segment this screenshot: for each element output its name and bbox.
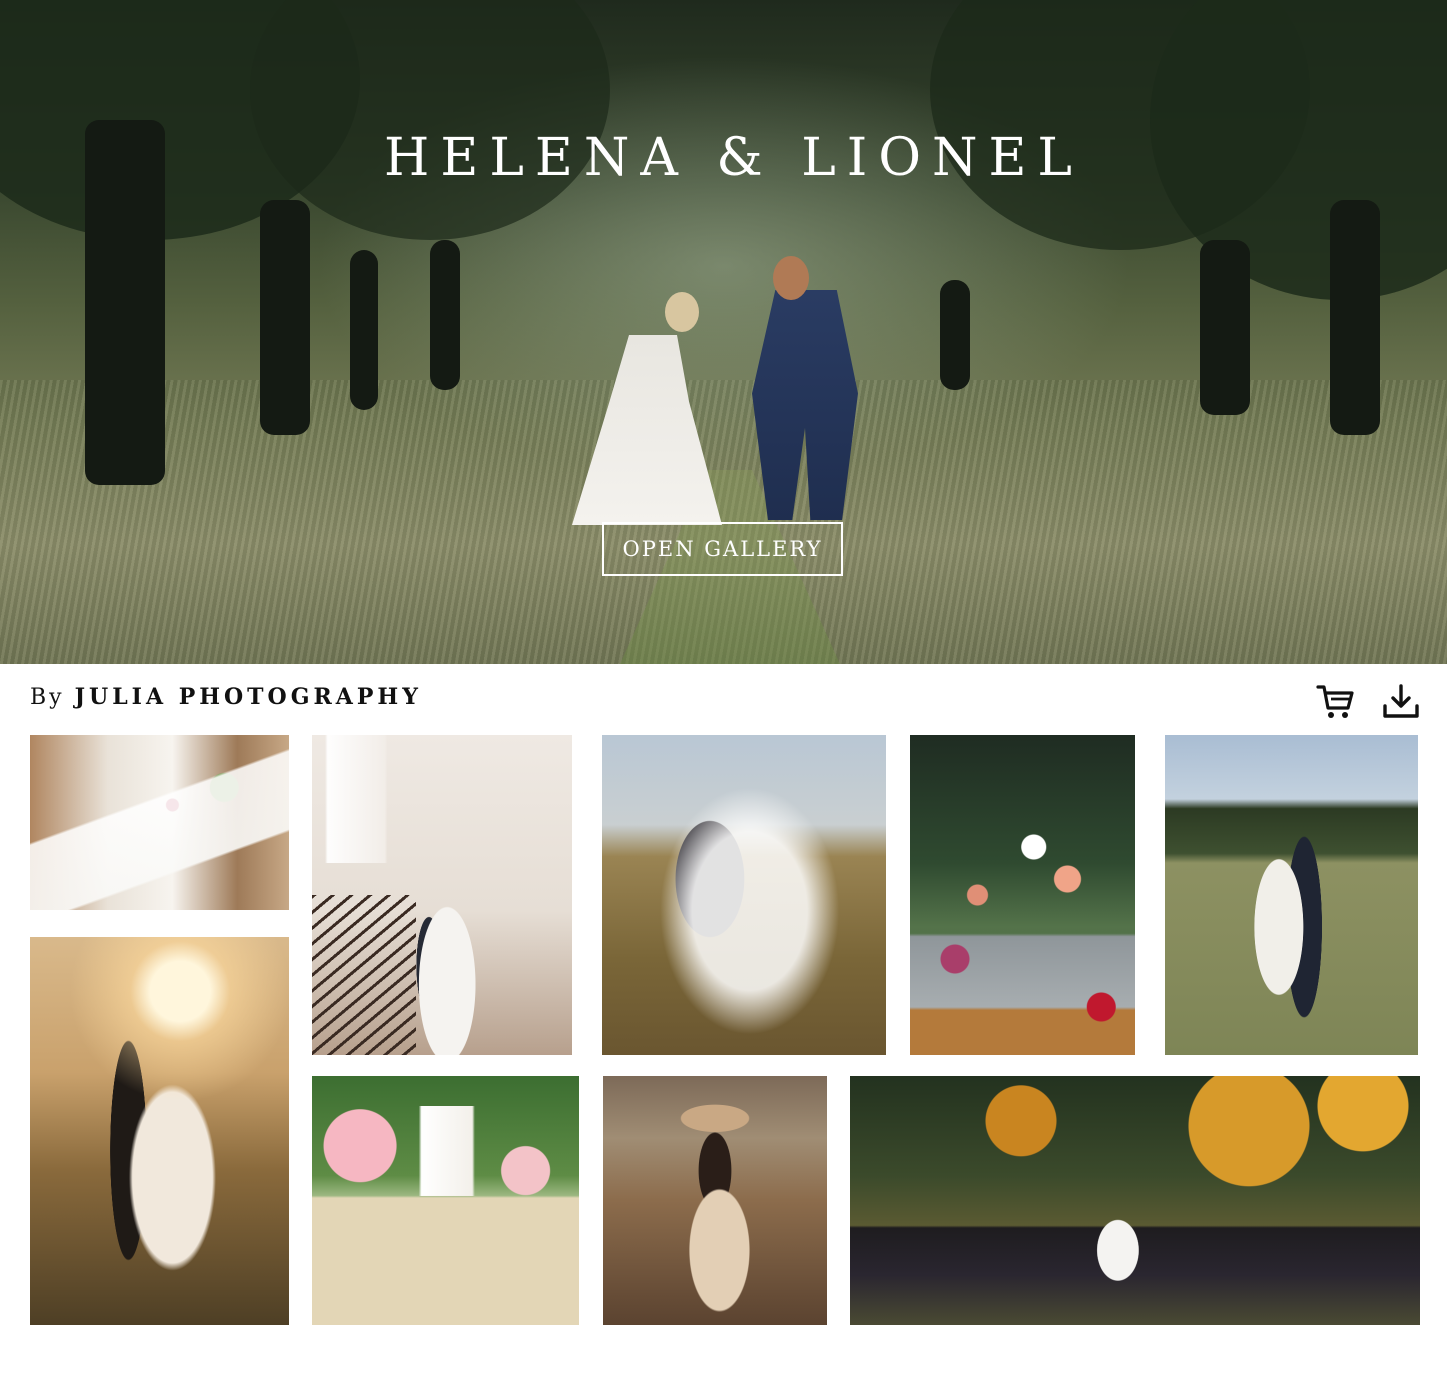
bride-head xyxy=(665,292,699,332)
tree-trunk xyxy=(1200,240,1250,415)
tree-trunk xyxy=(940,280,970,390)
studio-name: JULIA PHOTOGRAPHY xyxy=(74,684,422,710)
cart-icon xyxy=(1316,685,1354,718)
photo-table-setting[interactable] xyxy=(30,735,289,910)
tree-trunk xyxy=(430,240,460,390)
download-icon xyxy=(1383,684,1419,718)
photographer-byline: By JULIA PHOTOGRAPHY xyxy=(30,684,422,710)
photo-ceremony-aisle[interactable] xyxy=(312,1076,579,1325)
hero-banner: HELENA & LIONEL OPEN GALLERY xyxy=(0,0,1447,664)
cart-button[interactable] xyxy=(1315,682,1355,722)
tree-trunk xyxy=(260,200,310,435)
photo-flower-buckets[interactable] xyxy=(910,735,1135,1055)
photo-couple-meadow[interactable] xyxy=(1165,735,1418,1055)
tree-trunk xyxy=(1330,200,1380,435)
groom-head xyxy=(773,256,809,300)
gallery-title: HELENA & LIONEL xyxy=(384,128,1083,188)
open-gallery-button[interactable]: OPEN GALLERY xyxy=(602,522,843,576)
photo-couple-veil-field[interactable] xyxy=(602,735,886,1055)
download-button[interactable] xyxy=(1381,682,1421,722)
photo-outdoor-ceremony[interactable] xyxy=(850,1076,1420,1325)
byline-prefix: By xyxy=(30,685,65,710)
photo-couple-staircase[interactable] xyxy=(312,735,572,1055)
tree-trunk xyxy=(350,250,378,410)
photo-woman-hat[interactable] xyxy=(603,1076,827,1325)
photo-couple-sunset[interactable] xyxy=(30,937,289,1325)
